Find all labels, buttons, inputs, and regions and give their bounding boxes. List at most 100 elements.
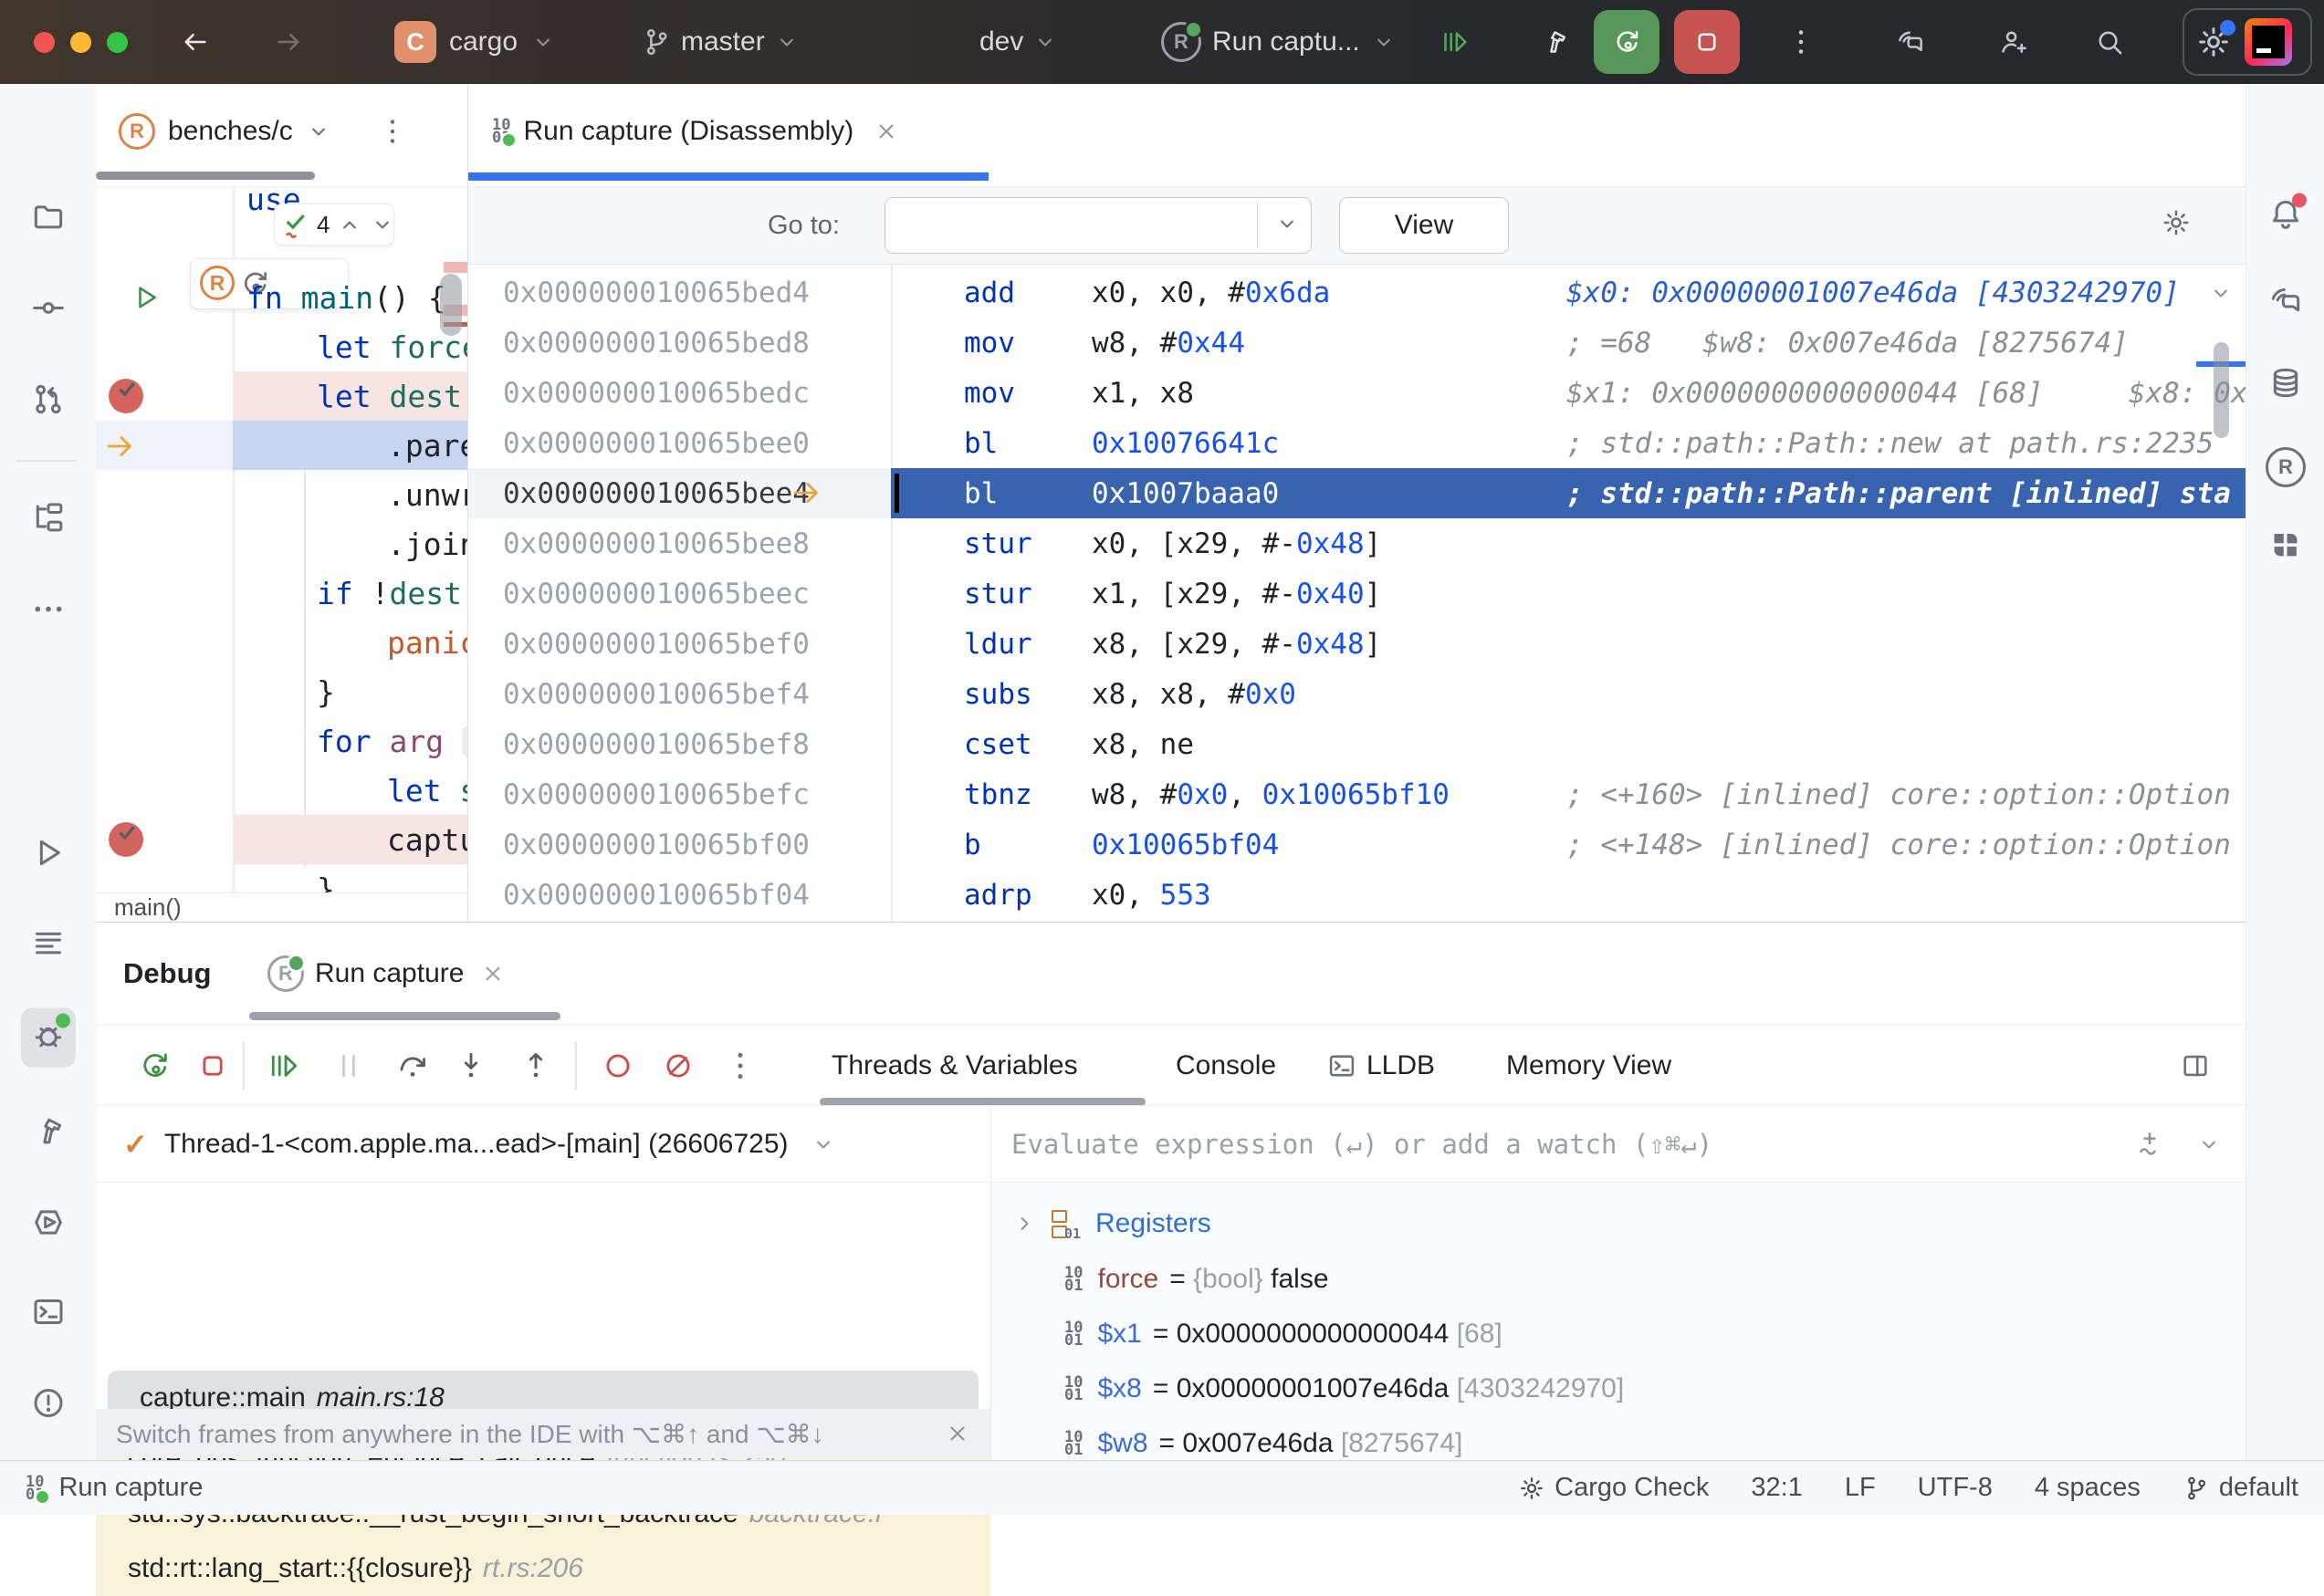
sidebar-item-notifications[interactable]: [2267, 196, 2304, 237]
chevron-down-icon[interactable]: [2196, 1132, 2222, 1157]
code-line[interactable]: }: [96, 864, 467, 892]
chevron-down-icon[interactable]: [306, 119, 331, 144]
status-item-32-1[interactable]: 32:1: [1751, 1473, 1802, 1503]
forward-button[interactable]: [274, 0, 305, 84]
tab-console[interactable]: Console: [1176, 1026, 1276, 1106]
sidebar-item-project[interactable]: [30, 199, 67, 240]
breakpoint-icon[interactable]: [109, 822, 143, 857]
code-line[interactable]: }: [96, 667, 467, 716]
disasm-row[interactable]: 0x000000010065bee8sturx0, [x29, #-0x48]: [468, 518, 2245, 569]
sidebar-item-services[interactable]: [30, 926, 67, 967]
disasm-row[interactable]: 0x000000010065befctbnzw8, #0x0, 0x10065b…: [468, 769, 2245, 819]
disasm-row[interactable]: 0x000000010065bed4addx0, x0, #0x6da$x0: …: [468, 267, 2245, 318]
disasm-row[interactable]: 0x000000010065bed8movw8, #0x44; =68 $w8:…: [468, 318, 2245, 368]
disasm-row[interactable]: 0x000000010065bef0ldurx8, [x29, #-0x48]: [468, 619, 2245, 669]
breadcrumb[interactable]: main(): [96, 892, 467, 922]
add-watch-icon[interactable]: [2134, 1129, 2165, 1160]
macos-close-button[interactable]: [34, 32, 55, 53]
resume-button[interactable]: [1439, 0, 1471, 84]
stop-button[interactable]: [194, 1048, 231, 1084]
sidebar-item-build[interactable]: [30, 1113, 67, 1154]
disasm-row[interactable]: 0x000000010065bee4bl0x1007baaa0; std::pa…: [468, 468, 2245, 518]
thread-selector[interactable]: ✓ Thread-1-<com.apple.ma...ead>-[main] (…: [96, 1106, 990, 1183]
disasm-row[interactable]: 0x000000010065bedcmovx1, x8$x1: 0x000000…: [468, 368, 2245, 418]
chevron-up-icon[interactable]: [337, 212, 362, 237]
tab-memory-view[interactable]: Memory View: [1506, 1026, 1671, 1106]
code-with-me-button[interactable]: [1997, 0, 2028, 84]
more-vertical-icon[interactable]: [377, 116, 408, 147]
search-everywhere-button[interactable]: [2094, 0, 2125, 84]
status-item-lf[interactable]: LF: [1845, 1473, 1876, 1503]
pause-button[interactable]: [330, 1048, 367, 1084]
breakpoint-icon[interactable]: [109, 379, 143, 413]
chevron-down-icon[interactable]: [1274, 211, 1300, 236]
sidebar-item-plugins[interactable]: [2267, 527, 2304, 569]
project-widget[interactable]: C cargo: [394, 0, 556, 84]
tab-benches[interactable]: R benches/c: [119, 84, 408, 179]
close-icon[interactable]: [480, 961, 506, 986]
layout-settings-button[interactable]: [2177, 1048, 2214, 1084]
inspections-widget[interactable]: 4: [274, 203, 394, 245]
code-line[interactable]: let s: [96, 766, 467, 815]
sidebar-item-pull-requests[interactable]: [30, 381, 67, 422]
code-line[interactable]: fn main() {: [96, 273, 467, 322]
macos-minimize-button[interactable]: [70, 32, 91, 53]
evaluate-expression-field[interactable]: Evaluate expression (↵) or add a watch (…: [991, 1106, 2245, 1183]
status-item-utf-8[interactable]: UTF-8: [1918, 1473, 1993, 1503]
disasm-row[interactable]: 0x000000010065beecsturx1, [x29, #-0x40]: [468, 569, 2245, 619]
branch-widget[interactable]: master: [641, 0, 800, 84]
sidebar-item-structure[interactable]: [30, 500, 67, 541]
chevron-down-icon[interactable]: [370, 212, 395, 237]
debug-session-tab[interactable]: R Run capture: [267, 923, 506, 1025]
close-icon[interactable]: [874, 119, 899, 144]
rerun-debug-button[interactable]: [1594, 10, 1659, 74]
code-line[interactable]: if !dest.: [96, 569, 467, 618]
code-line[interactable]: let dest: [96, 371, 467, 421]
disasm-row[interactable]: 0x000000010065bef4subsx8, x8, #0x0: [468, 669, 2245, 719]
ai-assistant-button[interactable]: [1895, 0, 1926, 84]
disasm-row[interactable]: 0x000000010065bee0bl0x10076641c; std::pa…: [468, 418, 2245, 468]
variable-row[interactable]: 1001$x8= 0x00000001007e46da [4303242970]: [991, 1361, 2245, 1416]
tab-lldb[interactable]: LLDB: [1326, 1026, 1435, 1106]
goto-combobox[interactable]: [885, 197, 1312, 254]
status-item-default[interactable]: default: [2183, 1473, 2298, 1503]
settings-gear-button[interactable]: [2195, 24, 2232, 60]
ide-logo[interactable]: [2245, 18, 2292, 66]
sidebar-item-terminal[interactable]: [30, 1294, 67, 1335]
view-breakpoints-button[interactable]: [600, 1048, 636, 1084]
variable-row[interactable]: 1001force= {bool} false: [991, 1252, 2245, 1307]
step-out-button[interactable]: [518, 1048, 554, 1084]
stack-frame[interactable]: std::rt::lang_start::{{closure}}rt.rs:20…: [96, 1541, 990, 1596]
macos-zoom-button[interactable]: [107, 32, 128, 53]
disasm-row[interactable]: 0x000000010065bf00b0x10065bf04; <+148> […: [468, 819, 2245, 870]
sidebar-item-rust[interactable]: R: [2266, 447, 2306, 487]
sidebar-item-more[interactable]: [30, 591, 67, 632]
variable-row[interactable]: 1001$x1= 0x0000000000000044 [68]: [991, 1307, 2245, 1361]
mute-breakpoints-button[interactable]: [660, 1048, 696, 1084]
back-button[interactable]: [179, 0, 210, 84]
code-line[interactable]: captu: [96, 815, 467, 864]
sidebar-item-ai-assistant[interactable]: [2267, 283, 2304, 324]
view-button[interactable]: View: [1339, 197, 1509, 254]
horizontal-scrollbar[interactable]: [96, 172, 315, 180]
chevron-down-icon[interactable]: [2208, 280, 2234, 306]
code-line[interactable]: .pare: [96, 421, 467, 470]
more-button[interactable]: [722, 1048, 759, 1084]
tab-disassembly[interactable]: 1001 Run capture (Disassembly): [492, 84, 899, 179]
more-actions-button[interactable]: [1785, 0, 1816, 84]
disasm-row[interactable]: 0x000000010065bef8csetx8, ne: [468, 719, 2245, 769]
settings-gear-icon[interactable]: [2161, 207, 2192, 238]
sidebar-item-run[interactable]: [30, 835, 67, 876]
stop-button[interactable]: [1674, 10, 1740, 74]
rerun-button[interactable]: [136, 1048, 173, 1084]
status-item-cargo-check[interactable]: Cargo Check: [1518, 1473, 1709, 1503]
code-line[interactable]: panic: [96, 618, 467, 667]
tab-threads-variables[interactable]: Threads & Variables: [832, 1026, 1078, 1106]
step-over-button[interactable]: [394, 1048, 431, 1084]
sidebar-item-commit[interactable]: [30, 290, 67, 331]
status-run-config[interactable]: 1001 Run capture: [26, 1473, 203, 1503]
run-gutter-icon[interactable]: [131, 282, 162, 313]
sidebar-item-profiler[interactable]: [30, 1205, 67, 1246]
registers-group[interactable]: 01 Registers: [991, 1199, 1211, 1248]
close-icon[interactable]: [945, 1421, 970, 1446]
